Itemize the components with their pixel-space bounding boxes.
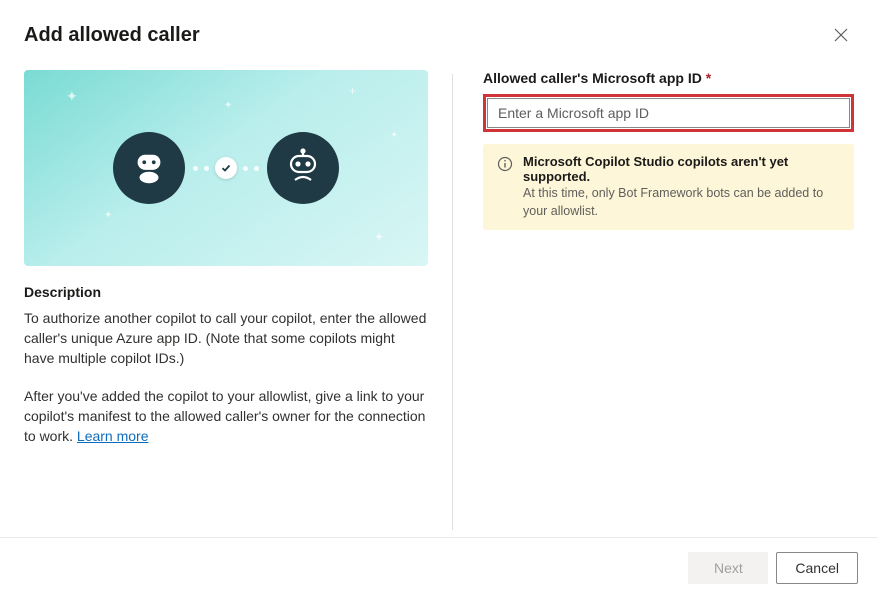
- check-icon: [215, 157, 237, 179]
- app-id-input-highlight: [483, 94, 854, 132]
- right-column: Allowed caller's Microsoft app ID * Micr…: [477, 70, 854, 530]
- dialog-footer: Next Cancel: [0, 537, 878, 598]
- app-id-input[interactable]: [487, 98, 850, 128]
- info-banner-text: Microsoft Copilot Studio copilots aren't…: [523, 154, 840, 220]
- connection-dots: [193, 157, 259, 179]
- description-heading: Description: [24, 284, 428, 300]
- description-paragraph-1: To authorize another copilot to call you…: [24, 308, 428, 368]
- cancel-button[interactable]: Cancel: [776, 552, 858, 584]
- close-icon: [834, 28, 848, 42]
- bot-icon-outline: [267, 132, 339, 204]
- info-icon: [497, 156, 513, 172]
- close-button[interactable]: [828, 22, 854, 48]
- info-banner-body: At this time, only Bot Framework bots ca…: [523, 186, 823, 218]
- dialog-title: Add allowed caller: [24, 24, 200, 47]
- required-indicator: *: [706, 70, 711, 86]
- left-column: ✦ ✦ ✦ ✦ ✦ +: [24, 70, 428, 530]
- next-button[interactable]: Next: [688, 552, 768, 584]
- app-id-field-label: Allowed caller's Microsoft app ID *: [483, 70, 854, 86]
- column-divider: [452, 74, 453, 530]
- dialog-header: Add allowed caller: [0, 0, 878, 60]
- field-label-text: Allowed caller's Microsoft app ID: [483, 70, 702, 86]
- learn-more-link[interactable]: Learn more: [77, 428, 149, 444]
- info-banner: Microsoft Copilot Studio copilots aren't…: [483, 144, 854, 230]
- bot-icon-filled: [113, 132, 185, 204]
- dialog-content: ✦ ✦ ✦ ✦ ✦ +: [0, 60, 878, 530]
- description-paragraph-2: After you've added the copilot to your a…: [24, 386, 428, 446]
- info-banner-title: Microsoft Copilot Studio copilots aren't…: [523, 154, 840, 184]
- illustration: ✦ ✦ ✦ ✦ ✦ +: [24, 70, 428, 266]
- bot-connection-graphic: [113, 132, 339, 204]
